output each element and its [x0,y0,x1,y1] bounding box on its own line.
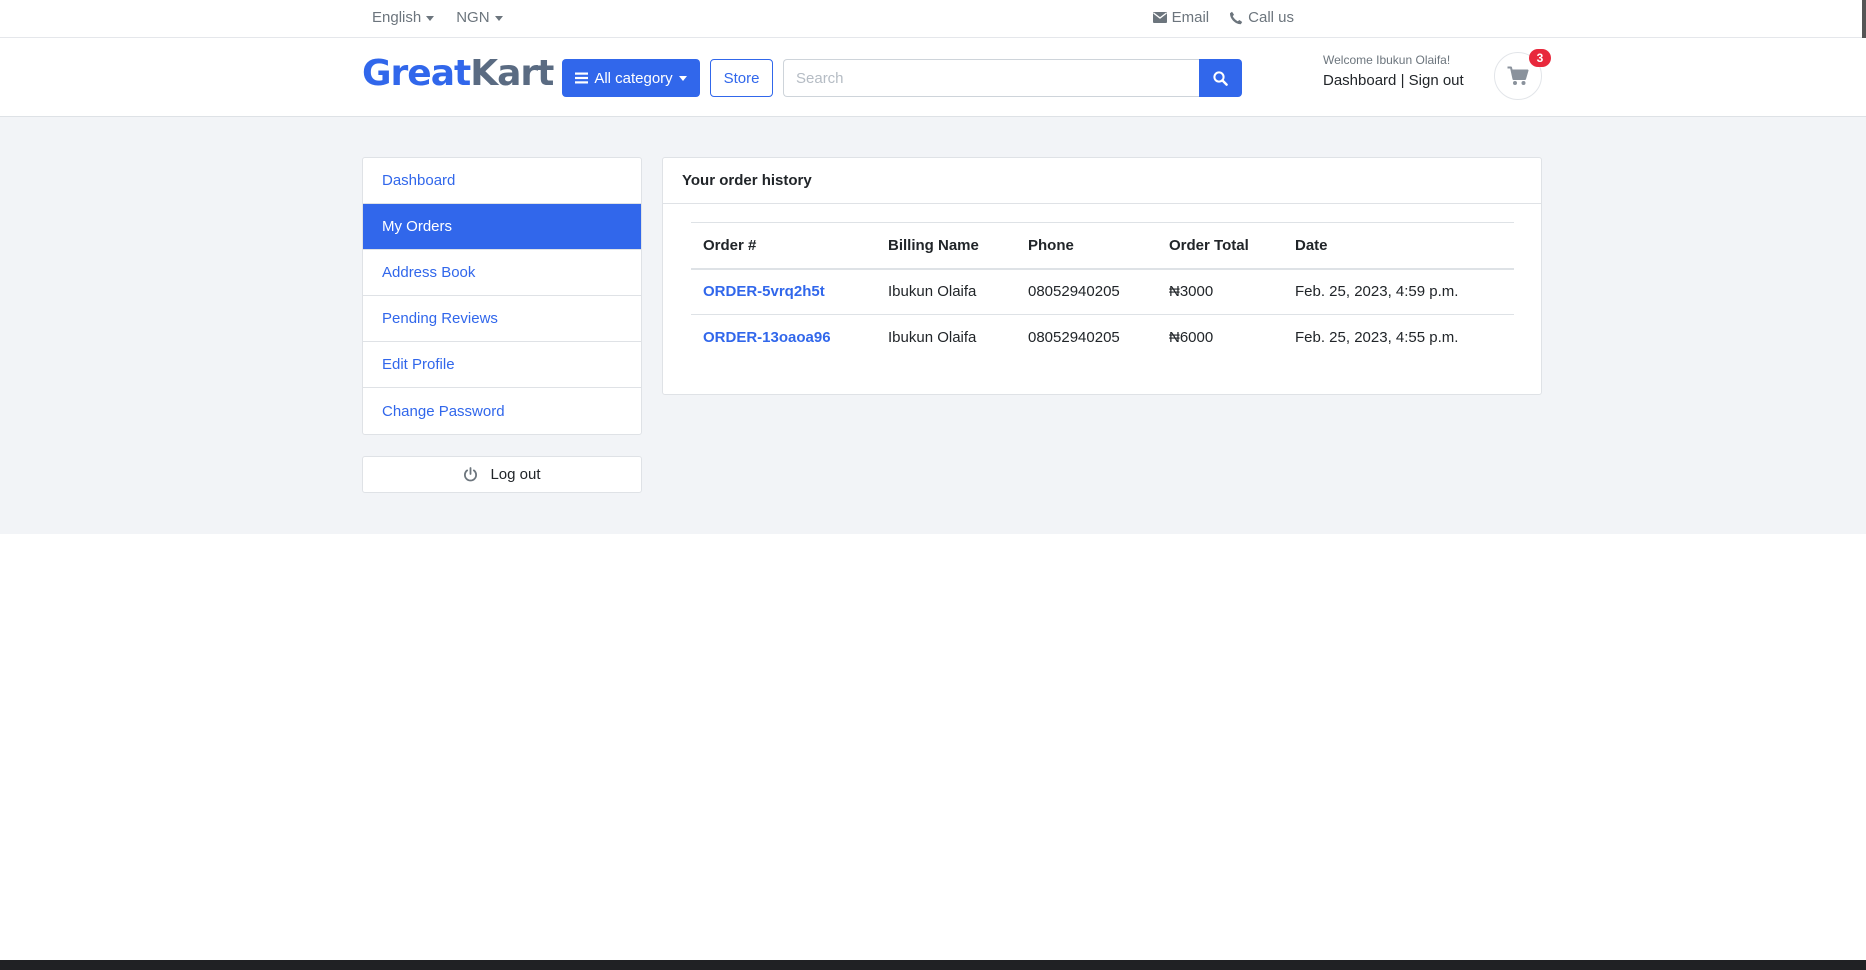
welcome-text: Welcome Ibukun Olaifa! [1323,53,1451,67]
table-row: ORDER-13oaoa96 Ibukun Olaifa 08052940205… [691,315,1514,361]
user-links-separator: | [1400,72,1405,89]
account-sidebar: Dashboard My Orders Address Book Pending… [362,157,642,435]
main-section: Dashboard My Orders Address Book Pending… [0,117,1866,534]
chevron-down-icon [426,15,435,21]
date-cell: Feb. 25, 2023, 4:59 p.m. [1283,268,1514,315]
top-bar: English NGN Email Call us [0,0,1866,38]
logout-button[interactable]: Log out [362,456,642,493]
brand-part-2: Kart [470,53,554,94]
email-link[interactable]: Email [1152,9,1210,26]
call-link[interactable]: Call us [1229,9,1294,26]
order-history-card: Your order history Order # Billing Name … [662,157,1542,395]
brand-part-1: Great [362,53,471,94]
sidebar-item-dashboard[interactable]: Dashboard [363,158,641,204]
table-header-row: Order # Billing Name Phone Order Total D… [691,222,1514,270]
store-label: Store [723,69,760,87]
billing-name-cell: Ibukun Olaifa [876,268,1016,315]
brand-logo[interactable]: GreatKart [362,53,554,94]
column-header-date: Date [1283,222,1514,270]
language-label: English [372,9,422,26]
chevron-down-icon [494,15,503,21]
order-number-link[interactable]: ORDER-5vrq2h5t [691,268,876,315]
dashboard-link[interactable]: Dashboard [1323,72,1396,89]
order-total-cell: ₦6000 [1169,329,1214,347]
billing-name-cell: Ibukun Olaifa [888,329,977,347]
orders-table: Order # Billing Name Phone Order Total D… [691,222,1514,361]
top-bar-left: English NGN [372,9,503,26]
envelope-icon [1152,12,1167,23]
phone-icon [1230,11,1243,24]
search-input[interactable] [783,59,1200,97]
currency-label: NGN [456,9,490,26]
search-button[interactable] [1199,59,1242,97]
store-button[interactable]: Store [710,59,773,97]
sidebar-item-my-orders[interactable]: My Orders [363,204,641,250]
sign-out-link[interactable]: Sign out [1409,72,1464,89]
order-total-cell: ₦3000 [1157,268,1283,315]
cart-count-badge: 3 [1529,49,1551,67]
order-number-link[interactable]: ORDER-13oaoa96 [691,315,876,361]
bars-icon [575,72,589,84]
logout-label: Log out [490,466,541,483]
top-bar-right: Email Call us [1152,9,1294,26]
date-cell: Feb. 25, 2023, 4:55 p.m. [1295,329,1459,347]
all-category-button[interactable]: All category [562,59,700,97]
order-history-title: Your order history [663,158,1541,204]
chevron-down-icon [678,76,687,81]
column-header-order-total: Order Total [1157,222,1283,270]
call-label: Call us [1248,9,1294,26]
phone-cell: 08052940205 [1028,329,1120,347]
scrollbar[interactable] [1862,0,1866,38]
all-category-label: All category [594,69,673,87]
shopping-cart-icon [1507,66,1529,85]
user-links: Dashboard | Sign out [1323,72,1464,89]
currency-dropdown[interactable]: NGN [456,9,503,26]
column-header-phone: Phone [1016,222,1157,270]
table-row: ORDER-5vrq2h5t Ibukun Olaifa 08052940205… [691,268,1514,315]
phone-cell: 08052940205 [1016,268,1157,315]
power-icon [464,467,478,482]
column-header-billing-name: Billing Name [876,222,1016,270]
search-icon [1213,70,1228,86]
column-header-order: Order # [691,222,876,270]
sidebar-item-pending-reviews[interactable]: Pending Reviews [363,296,641,342]
sidebar-item-address-book[interactable]: Address Book [363,250,641,296]
sidebar-item-edit-profile[interactable]: Edit Profile [363,342,641,388]
language-dropdown[interactable]: English [372,9,435,26]
os-taskbar [0,960,1866,970]
email-label: Email [1171,9,1210,26]
sidebar-item-change-password[interactable]: Change Password [363,388,641,434]
site-header: GreatKart All category Store Welcome Ibu… [0,38,1866,117]
